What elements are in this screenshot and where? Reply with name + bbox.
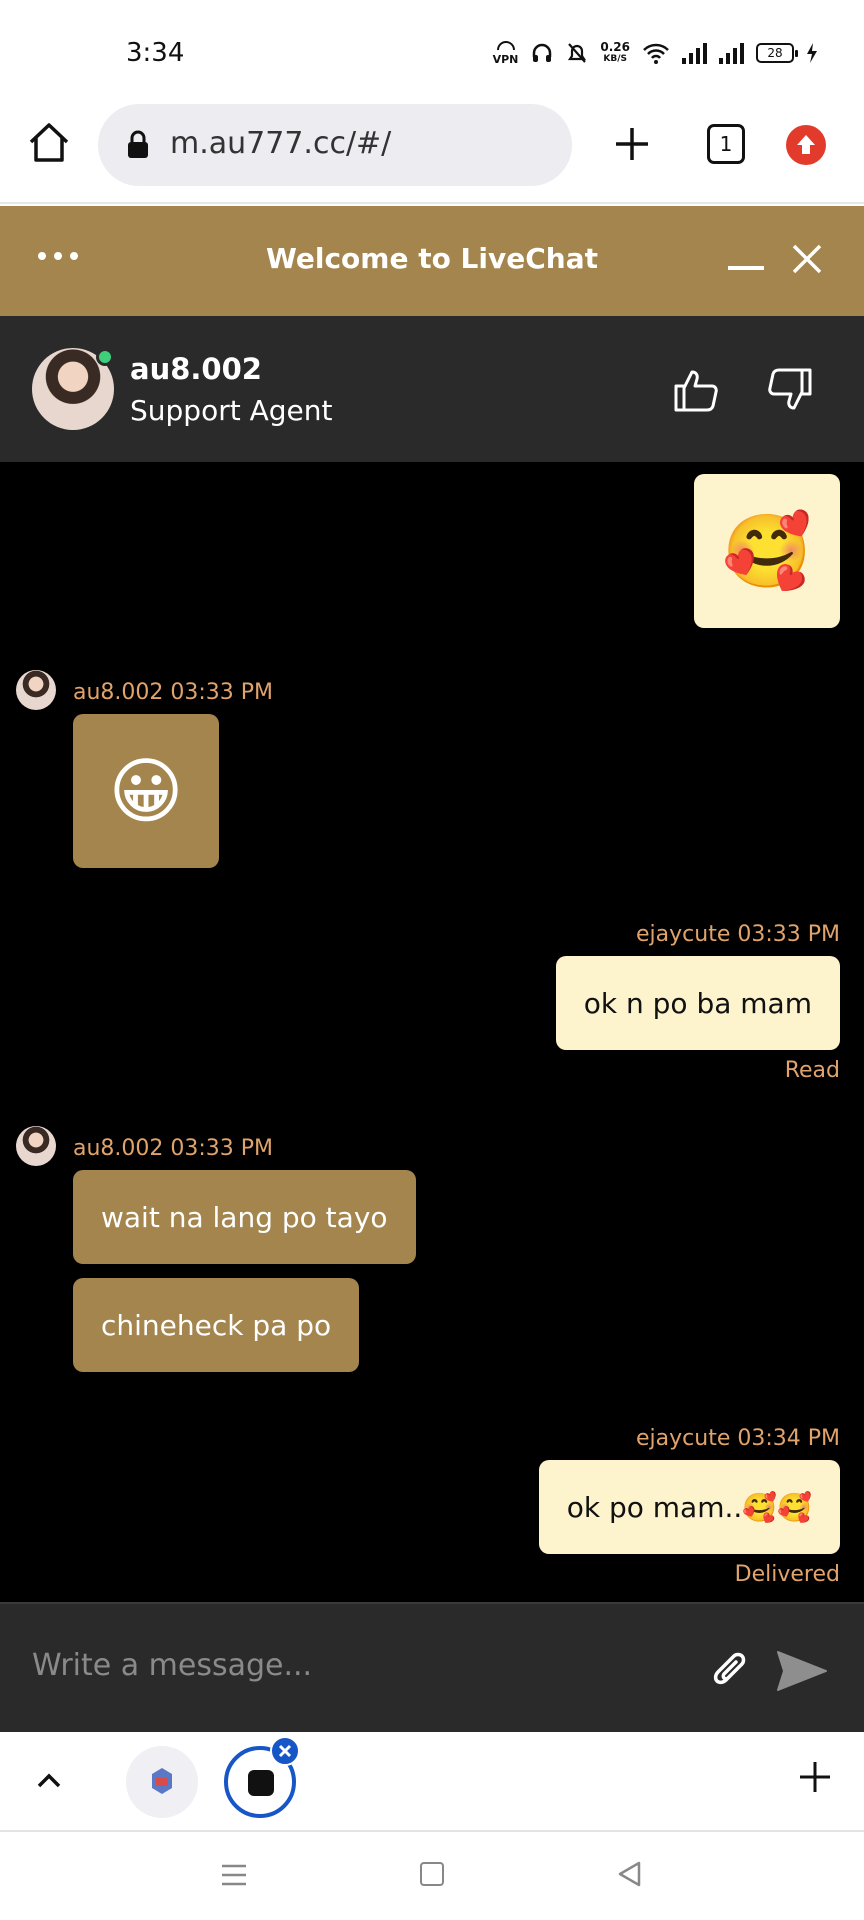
emoji: 🥰 xyxy=(722,508,812,593)
chat-title: Welcome to LiveChat xyxy=(265,242,599,275)
thumbs-down-icon[interactable] xyxy=(766,366,814,414)
delivery-status: Delivered xyxy=(734,1562,840,1587)
agent-message: chineheck pa po xyxy=(73,1278,360,1372)
recents-icon[interactable] xyxy=(220,1862,248,1888)
url-bar[interactable]: m.au777.cc/#/ xyxy=(98,104,572,186)
signal-icon xyxy=(682,42,707,64)
headphones-icon xyxy=(533,43,552,62)
tab-close-icon[interactable] xyxy=(270,1736,300,1766)
speed-value: 0.26 xyxy=(600,39,630,54)
bell-off-icon xyxy=(568,42,587,63)
agent-emoji-message: 😀 xyxy=(73,714,219,868)
charging-icon xyxy=(807,42,817,63)
add-tab-icon[interactable] xyxy=(798,1760,832,1794)
message-composer: Write a message... xyxy=(0,1602,864,1732)
user-emoji-message: 🥰 xyxy=(694,474,840,628)
message-text: chineheck pa po xyxy=(101,1308,332,1342)
chevron-up-icon[interactable] xyxy=(36,1770,62,1790)
message-list[interactable]: 🥰 au8.002 03:33 PM 😀 ejaycute 03:33 PM o… xyxy=(0,462,864,1602)
status-bar: 3:34 VPN 0.26 KB/S 28 xyxy=(0,0,864,100)
vpn-label: VPN xyxy=(492,53,519,66)
battery-icon: 28 xyxy=(756,42,798,63)
user-message: ok n po ba mam xyxy=(555,956,840,1050)
message-meta: au8.002 03:33 PM xyxy=(73,1136,274,1161)
system-nav-bar xyxy=(0,1834,864,1920)
nav-home-icon[interactable] xyxy=(420,1862,444,1886)
agent-avatar-small xyxy=(16,670,56,710)
browser-toolbar: m.au777.cc/#/ 1 xyxy=(0,100,864,204)
online-status-dot xyxy=(96,348,114,366)
tab-switcher-button[interactable]: 1 xyxy=(707,124,745,164)
message-text: wait na lang po tayo xyxy=(101,1200,388,1234)
url-text: m.au777.cc/#/ xyxy=(170,126,392,161)
message-text: ok n po ba mam xyxy=(583,986,812,1020)
tab-tray xyxy=(0,1732,864,1832)
agent-message: wait na lang po tayo xyxy=(73,1170,416,1264)
agent-avatar-small xyxy=(16,1126,56,1166)
message-meta: ejaycute 03:33 PM xyxy=(636,922,840,947)
message-input[interactable]: Write a message... xyxy=(32,1648,312,1683)
send-icon[interactable] xyxy=(776,1648,828,1694)
thumbs-up-icon[interactable] xyxy=(672,366,720,414)
signal-icon-2 xyxy=(719,42,744,64)
new-tab-icon[interactable] xyxy=(610,122,654,166)
user-message: ok po mam..🥰🥰 xyxy=(538,1460,840,1554)
message-meta: ejaycute 03:34 PM xyxy=(636,1426,840,1451)
status-time: 3:34 xyxy=(126,38,185,68)
chat-header: Welcome to LiveChat xyxy=(0,206,864,316)
minimize-icon[interactable] xyxy=(728,266,764,270)
lock-icon xyxy=(128,130,148,158)
read-status: Read xyxy=(784,1058,840,1083)
wifi-icon xyxy=(643,43,669,64)
close-icon[interactable] xyxy=(790,242,824,276)
home-icon[interactable] xyxy=(26,120,72,166)
message-text: ok po mam..🥰🥰 xyxy=(566,1490,812,1524)
message-meta: au8.002 03:33 PM xyxy=(73,680,274,705)
battery-level: 28 xyxy=(767,45,783,60)
agent-info-bar: au8.002 Support Agent xyxy=(0,316,864,462)
status-icons: VPN 0.26 KB/S 28 xyxy=(493,40,818,65)
attach-icon[interactable] xyxy=(708,1650,752,1694)
agent-name: au8.002 xyxy=(130,352,262,386)
update-icon[interactable] xyxy=(786,125,826,165)
emoji: 😀 xyxy=(108,749,184,833)
tab-thumbnail[interactable] xyxy=(126,1746,198,1818)
network-speed: 0.26 KB/S xyxy=(600,41,630,65)
back-icon[interactable] xyxy=(616,1860,642,1888)
speed-unit: KB/S xyxy=(603,53,627,64)
vpn-icon: VPN xyxy=(492,40,519,66)
agent-role: Support Agent xyxy=(130,394,333,427)
